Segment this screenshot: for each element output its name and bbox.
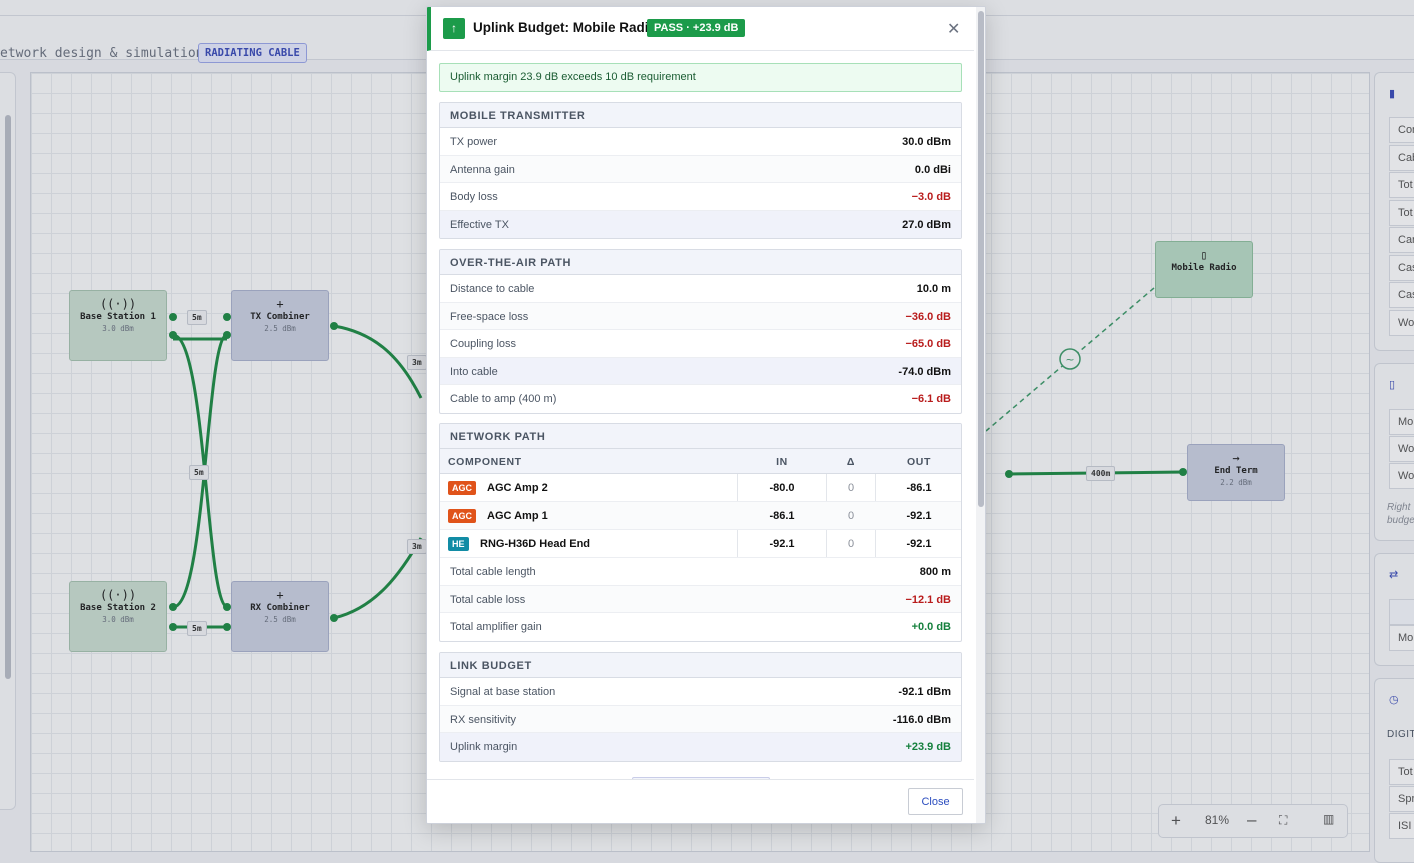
budget-row: Total cable length 800 m <box>440 558 961 586</box>
head-end-badge: HE <box>448 537 469 551</box>
section-link-budget: LINK BUDGET Signal at base station -92.1 … <box>439 652 962 762</box>
dialog-footer: Close <box>427 779 974 823</box>
budget-row: Total cable loss −12.1 dB <box>440 585 961 613</box>
agc-badge: AGC <box>448 509 476 523</box>
budget-row: Uplink margin +23.9 dB <box>440 733 961 761</box>
budget-row: RX sensitivity -116.0 dBm <box>440 705 961 733</box>
dialog-scrollbar[interactable] <box>976 7 985 823</box>
budget-row: Antenna gain 0.0 dBi <box>440 155 961 183</box>
status-badge: PASS · +23.9 dB <box>647 19 746 37</box>
dialog-title: Uplink Budget: Mobile Radio <box>473 20 657 35</box>
component-table: COMPONENT IN Δ OUT AGC AGC Amp 2 -80.0 0… <box>440 449 961 558</box>
budget-row: Coupling loss −65.0 dB <box>440 330 961 358</box>
budget-row: Into cable -74.0 dBm <box>440 357 961 385</box>
scrollbar-thumb[interactable] <box>978 11 984 507</box>
close-icon[interactable]: ✕ <box>947 19 960 39</box>
section-heading: MOBILE TRANSMITTER <box>440 103 961 128</box>
section-heading: NETWORK PATH <box>440 424 961 449</box>
budget-row: Body loss −3.0 dB <box>440 183 961 211</box>
table-row[interactable]: AGC AGC Amp 1 -86.1 0 -92.1 <box>440 502 961 530</box>
close-button[interactable]: Close <box>908 788 963 815</box>
arrow-up-icon: ↑ <box>443 18 465 39</box>
section-heading: LINK BUDGET <box>440 653 961 678</box>
dialog-body: Uplink margin 23.9 dB exceeds 10 dB requ… <box>427 51 974 779</box>
dialog-header: ↑ Uplink Budget: Mobile Radio PASS · +23… <box>427 7 974 51</box>
budget-row: TX power 30.0 dBm <box>440 128 961 156</box>
budget-row: Total amplifier gain +0.0 dB <box>450 621 951 633</box>
section-over-the-air-path: OVER-THE-AIR PATH Distance to cable 10.0 … <box>439 249 962 414</box>
table-header: COMPONENT IN Δ OUT <box>440 449 961 474</box>
budget-row: Free-space loss −36.0 dB <box>440 302 961 330</box>
table-row[interactable]: HE RNG-H36D Head End -92.1 0 -92.1 <box>440 530 961 558</box>
section-network-path: NETWORK PATH COMPONENT IN Δ OUT AGC AGC … <box>439 423 962 642</box>
section-heading: OVER-THE-AIR PATH <box>440 250 961 275</box>
margin-alert: Uplink margin 23.9 dB exceeds 10 dB requ… <box>439 63 962 92</box>
agc-badge: AGC <box>448 481 476 495</box>
budget-row: Cable to amp (400 m) −6.1 dB <box>450 393 951 405</box>
section-mobile-transmitter: MOBILE TRANSMITTER TX power 30.0 dBm Ante… <box>439 102 962 239</box>
uplink-budget-dialog: ↑ Uplink Budget: Mobile Radio PASS · +23… <box>426 6 986 824</box>
budget-row: Effective TX 27.0 dBm <box>440 210 961 238</box>
table-row[interactable]: AGC AGC Amp 2 -80.0 0 -86.1 <box>440 474 961 502</box>
budget-row: Distance to cable 10.0 m <box>440 275 961 303</box>
budget-row: Signal at base station -92.1 dBm <box>440 678 961 706</box>
